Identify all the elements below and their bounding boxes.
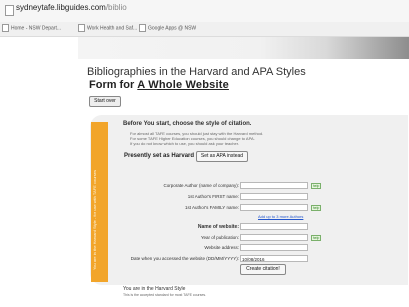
corporate-author-field[interactable]: [240, 182, 308, 189]
help-icon[interactable]: help: [311, 235, 321, 241]
website-name-field[interactable]: [240, 223, 308, 230]
current-style-label: Presently set as Harvard :: [124, 153, 198, 159]
first-name-label: 1st Author's FIRST name:: [187, 194, 239, 199]
family-name-label: 1st Author's FAMILY name:: [185, 205, 239, 210]
website-address-field[interactable]: [240, 244, 308, 251]
header-banner: [78, 37, 409, 59]
add-authors-link[interactable]: Add up to 3 more Authors: [258, 214, 303, 219]
start-over-button[interactable]: Start over: [89, 96, 121, 107]
url-text[interactable]: sydneytafe.libguides.com/biblio: [16, 3, 127, 12]
create-citation-button[interactable]: Create citation!: [240, 264, 286, 275]
bookmark-google-apps[interactable]: Google Apps @ NSW: [139, 24, 196, 32]
style-sidebar-text: You are in the Harvard Style - for use w…: [92, 170, 97, 270]
website-name-label: Name of website:: [197, 224, 239, 230]
family-name-field[interactable]: [240, 204, 308, 211]
style-footer-note: You are in the Harvard Style: [123, 286, 186, 292]
help-icon[interactable]: help: [311, 205, 321, 211]
access-date-label: Date when you accessed the website (DD/M…: [130, 256, 239, 261]
bookmark-page-icon: [139, 24, 146, 32]
corporate-author-label: Corporate Author (name of company):: [163, 183, 239, 188]
page-title: Bibliographies in the Harvard and APA St…: [87, 66, 306, 78]
choose-style-heading: Before You start, choose the style of ci…: [123, 121, 252, 127]
form-title: Form for A Whole Website: [89, 79, 229, 91]
year-label: Year of publication:: [200, 235, 239, 240]
form-type-link[interactable]: A Whole Website: [137, 79, 229, 91]
bookmark-page-icon: [78, 24, 85, 32]
page-icon: [5, 5, 14, 16]
address-bar[interactable]: sydneytafe.libguides.com/biblio: [0, 0, 409, 22]
style-footer-subtext: This is the accepted standard for most T…: [123, 293, 207, 297]
access-date-field[interactable]: 10/08/2016: [240, 255, 308, 262]
website-address-label: Website address:: [204, 245, 239, 250]
help-icon[interactable]: help: [311, 183, 321, 189]
first-name-field[interactable]: [240, 193, 308, 200]
set-apa-button[interactable]: Set as APA instead: [196, 151, 248, 162]
style-info-text: For almost all TAFE courses, you should …: [130, 131, 264, 146]
bookmark-home-nsw[interactable]: Home - NSW Depart...: [2, 24, 61, 32]
bookmarks-bar: Home - NSW Depart... Work Health and Saf…: [0, 22, 409, 37]
bookmark-work-health[interactable]: Work Health and Saf...: [78, 24, 137, 32]
year-field[interactable]: [240, 234, 308, 241]
bookmark-page-icon: [2, 24, 9, 32]
